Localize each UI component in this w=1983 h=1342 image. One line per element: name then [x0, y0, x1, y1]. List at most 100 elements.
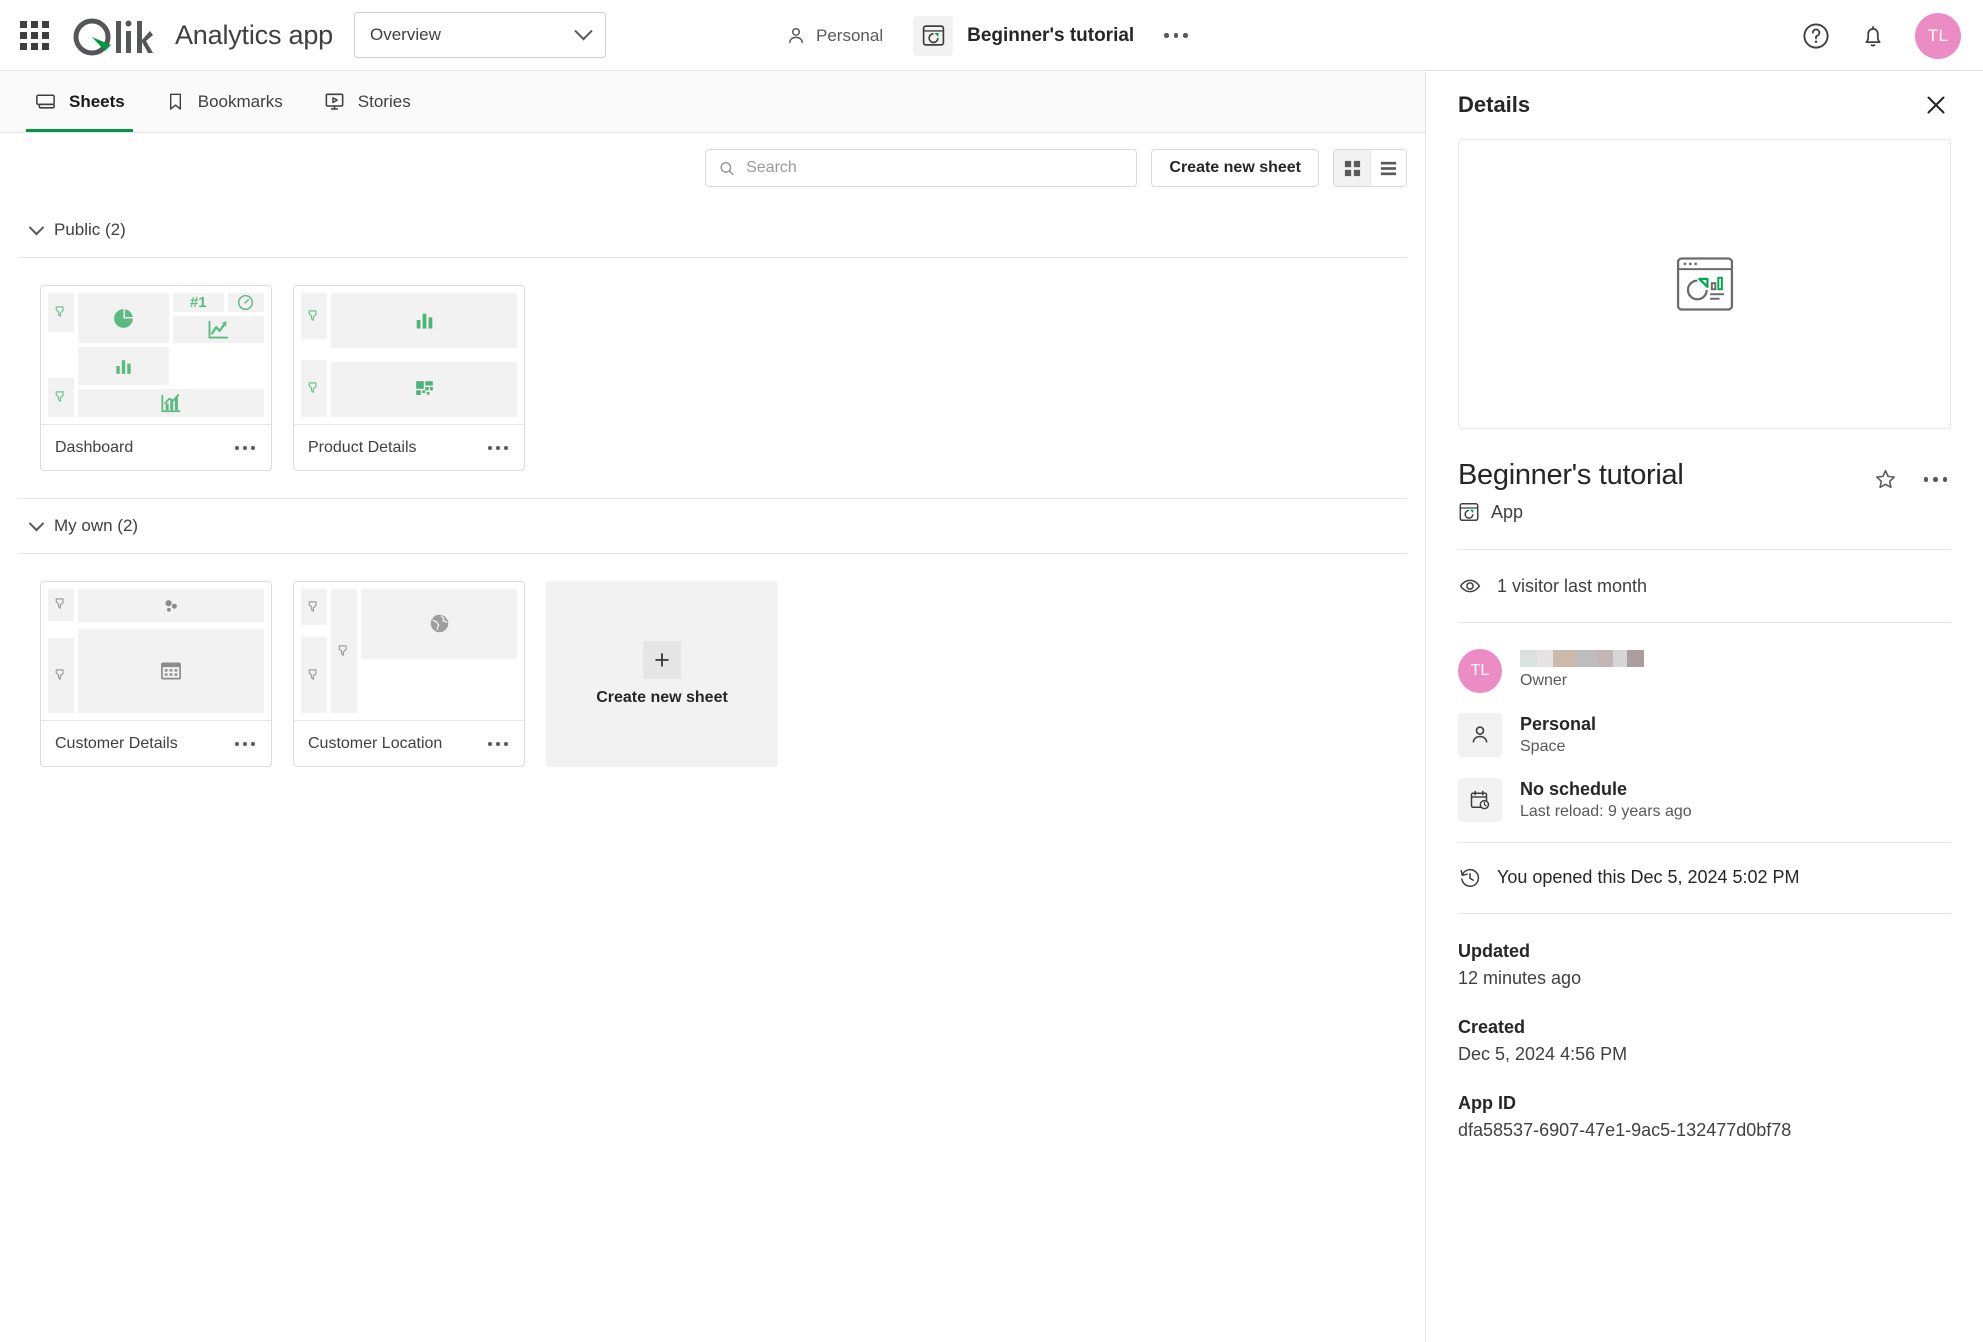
calendar-clock-icon: [1458, 777, 1502, 822]
overview-dropdown[interactable]: Overview: [354, 12, 606, 58]
tab-bar: Sheets Bookmarks Stories: [0, 71, 1425, 133]
thumbnail-filter-column: [301, 293, 327, 417]
close-icon[interactable]: [1921, 90, 1951, 120]
thumbnail-filter-column: [301, 589, 327, 714]
details-field-app-id: App ID dfa58537-6907-47e1-9ac5-132477d0b…: [1458, 1090, 1951, 1144]
apps-grid-icon[interactable]: [19, 20, 49, 50]
sheet-card-dashboard[interactable]: #1 Dashboard: [40, 285, 272, 471]
app-breadcrumb-label: Beginner's tutorial: [967, 24, 1135, 46]
more-horizontal-icon[interactable]: [1920, 473, 1952, 486]
sheet-card-caption: Product Details: [294, 424, 524, 470]
tab-stories-label: Stories: [357, 91, 411, 111]
filterpane-icon: [48, 293, 74, 332]
history-clock-icon: [1460, 868, 1480, 887]
sheet-card-list-my-own: Customer Details Customer Location + Cre…: [18, 554, 1407, 794]
divider: [1458, 622, 1951, 623]
filterpane-icon: [48, 589, 74, 621]
scatterplot-icon: [78, 589, 264, 623]
thumbnail-filter-column: [48, 293, 74, 418]
top-bar: Analytics app Overview Personal Beginner…: [0, 0, 1983, 71]
sheet-thumbnail: [41, 582, 271, 720]
combochart-icon: [78, 389, 264, 417]
details-opened-row: You opened this Dec 5, 2024 5:02 PM: [1458, 843, 1951, 913]
eye-icon: [1459, 579, 1481, 593]
search-icon: [720, 161, 734, 175]
map-globe-icon: [361, 589, 517, 659]
filterpane-icon: [331, 589, 357, 713]
owner-role-label: Owner: [1520, 672, 1568, 690]
view-toggle: [1333, 149, 1407, 187]
sheet-card-title: Customer Location: [308, 734, 443, 752]
plus-icon: +: [643, 641, 681, 679]
sheet-card-caption: Customer Location: [294, 720, 524, 766]
create-new-sheet-card[interactable]: + Create new sheet: [546, 581, 778, 767]
sheet-card-customer-location[interactable]: Customer Location: [293, 581, 525, 767]
divider: [1458, 912, 1951, 914]
star-outline-icon[interactable]: [1873, 467, 1898, 492]
chevron-down-icon: [28, 219, 45, 235]
space-breadcrumb-label: Personal: [816, 25, 884, 45]
sheet-card-title: Product Details: [308, 438, 417, 456]
details-schedule-title: No schedule: [1520, 778, 1628, 799]
details-space-row: Personal Space: [1458, 712, 1951, 758]
bookmark-icon: [169, 93, 181, 110]
filterpane-icon: [301, 359, 327, 417]
app-more-menu-icon[interactable]: [1156, 25, 1196, 46]
sheet-card-product-details[interactable]: Product Details: [293, 285, 525, 471]
tab-bookmarks[interactable]: Bookmarks: [145, 71, 303, 132]
qlik-logo[interactable]: [71, 14, 153, 56]
details-owner-row: TL Owner: [1458, 649, 1951, 693]
chevron-down-icon: [28, 515, 45, 531]
sheet-thumbnail: [294, 286, 524, 424]
sheet-card-list-public: #1 Dashboard Product Details: [18, 258, 1407, 498]
section-public-header[interactable]: Public (2): [18, 203, 1407, 257]
gauge-icon: [227, 293, 264, 312]
space-breadcrumb[interactable]: Personal: [785, 25, 883, 47]
sheet-icon: [36, 94, 55, 109]
details-visitors-label: 1 visitor last month: [1497, 575, 1648, 596]
grid-view-icon[interactable]: [1334, 150, 1370, 186]
owner-name-redacted: [1520, 650, 1644, 668]
sheet-thumbnail: [294, 582, 524, 720]
app-breadcrumb[interactable]: Beginner's tutorial: [913, 15, 1135, 56]
sheet-card-more-icon[interactable]: [486, 440, 510, 456]
details-field-updated: Updated 12 minutes ago: [1458, 938, 1951, 992]
tab-sheets[interactable]: Sheets: [14, 71, 145, 132]
tab-stories[interactable]: Stories: [303, 71, 431, 132]
owner-avatar: TL: [1458, 649, 1502, 693]
sheet-card-title: Customer Details: [55, 734, 178, 752]
details-app-name: Beginner's tutorial: [1458, 459, 1684, 491]
avatar[interactable]: TL: [1915, 12, 1961, 59]
sheet-card-customer-details[interactable]: Customer Details: [40, 581, 272, 767]
table-icon: [78, 629, 264, 713]
tab-bookmarks-label: Bookmarks: [197, 91, 283, 111]
help-circle-icon[interactable]: [1801, 21, 1831, 51]
sheet-thumbnail: #1: [41, 286, 271, 424]
story-icon: [325, 93, 344, 110]
details-field-created: Created Dec 5, 2024 4:56 PM: [1458, 1014, 1951, 1068]
sheet-card-more-icon[interactable]: [486, 736, 510, 752]
details-space-subtitle: Space: [1520, 738, 1566, 756]
sheet-card-more-icon[interactable]: [233, 440, 257, 456]
barchart-icon: [78, 347, 169, 386]
details-schedule-row: No schedule Last reload: 9 years ago: [1458, 777, 1951, 823]
search-input[interactable]: [746, 159, 1125, 177]
details-field-updated-value: 12 minutes ago: [1458, 967, 1582, 988]
create-new-sheet-button[interactable]: Create new sheet: [1151, 149, 1319, 187]
details-field-app-id-key: App ID: [1458, 1092, 1516, 1113]
details-app-actions: [1873, 459, 1952, 492]
app-preview-icon: [1676, 257, 1733, 311]
details-panel-title: Details: [1458, 92, 1531, 117]
filterpane-icon: [301, 589, 327, 626]
piechart-icon: [78, 293, 169, 343]
list-view-icon[interactable]: [1370, 150, 1406, 186]
section-public: Public (2) #1 Dashboard Product Details: [0, 203, 1425, 498]
sheet-card-more-icon[interactable]: [233, 736, 257, 752]
notification-bell-icon[interactable]: [1859, 22, 1887, 50]
search-box[interactable]: [705, 149, 1138, 187]
sheet-card-caption: Customer Details: [41, 720, 271, 766]
details-visitors: 1 visitor last month: [1458, 550, 1951, 622]
section-my-own-header[interactable]: My own (2): [18, 499, 1407, 553]
filterpane-icon: [301, 293, 327, 340]
details-opened-label: You opened this Dec 5, 2024 5:02 PM: [1497, 867, 1800, 888]
